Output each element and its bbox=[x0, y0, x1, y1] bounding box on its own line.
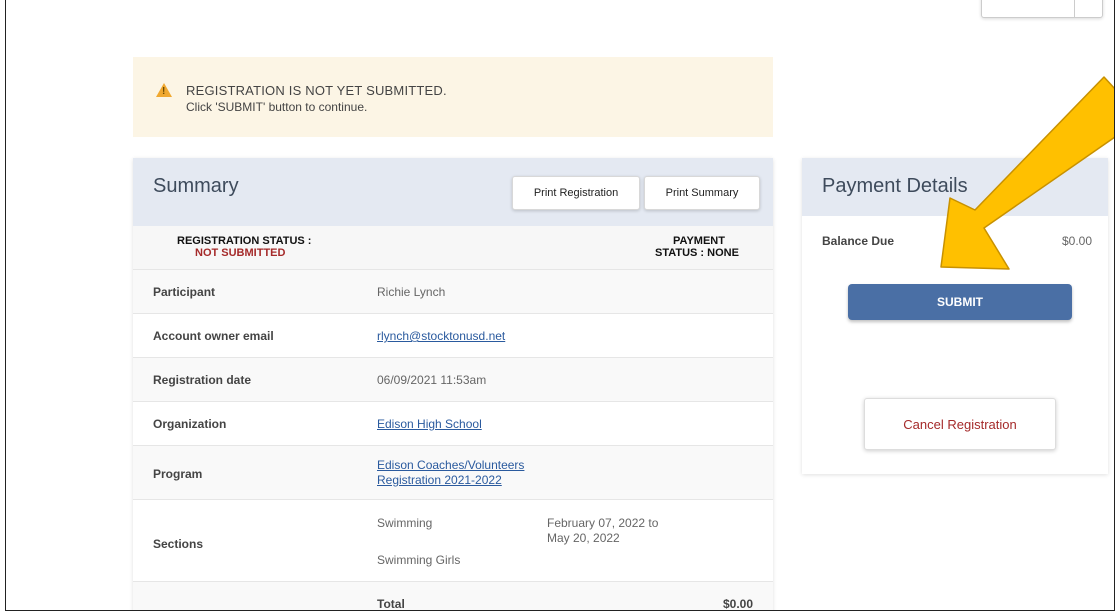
payment-title: Payment Details bbox=[822, 175, 968, 197]
total-row: Total $0.00 bbox=[133, 581, 773, 611]
alert-line-2: Click 'SUBMIT' button to continue. bbox=[186, 100, 368, 114]
organization-link[interactable]: Edison High School bbox=[377, 417, 482, 431]
registration-date-label: Registration date bbox=[153, 373, 252, 387]
summary-panel: Summary Print Registration Print Summary… bbox=[133, 158, 773, 611]
not-submitted-alert: ! REGISTRATION IS NOT YET SUBMITTED. Cli… bbox=[133, 57, 773, 137]
submit-button[interactable]: SUBMIT bbox=[848, 284, 1072, 320]
section-dates-end: May 20, 2022 bbox=[547, 531, 620, 545]
section-dates-start: February 07, 2022 to bbox=[547, 516, 659, 530]
program-label: Program bbox=[153, 467, 203, 481]
program-link-line-2[interactable]: Registration 2021-2022 bbox=[377, 473, 502, 487]
print-registration-button[interactable]: Print Registration bbox=[512, 176, 640, 210]
cancel-registration-button[interactable]: Cancel Registration bbox=[864, 398, 1056, 450]
top-toolbar-button[interactable] bbox=[981, 0, 1103, 18]
summary-title: Summary bbox=[153, 175, 239, 197]
print-summary-button[interactable]: Print Summary bbox=[644, 176, 760, 210]
warning-icon: ! bbox=[156, 83, 172, 97]
sections-label: Sections bbox=[153, 537, 204, 551]
top-button-divider bbox=[1074, 0, 1075, 17]
sections-row: Sections Swimming Swimming Girls Februar… bbox=[133, 499, 773, 582]
organization-row: Organization Edison High School bbox=[133, 401, 773, 446]
participant-label: Participant bbox=[153, 285, 216, 299]
payment-status-value: STATUS : NONE bbox=[655, 247, 739, 259]
registration-date-row: Registration date 06/09/2021 11:53am bbox=[133, 357, 773, 402]
payment-status-label: PAYMENT bbox=[673, 235, 725, 247]
screenshot-frame: ! REGISTRATION IS NOT YET SUBMITTED. Cli… bbox=[5, 0, 1115, 611]
registration-date-value: 06/09/2021 11:53am bbox=[377, 373, 487, 387]
organization-label: Organization bbox=[153, 417, 227, 431]
alert-line-1: REGISTRATION IS NOT YET SUBMITTED. bbox=[186, 83, 447, 98]
total-label: Total bbox=[377, 597, 405, 611]
program-link-line-1[interactable]: Edison Coaches/Volunteers bbox=[377, 458, 524, 472]
registration-status-label: REGISTRATION STATUS : bbox=[177, 235, 312, 247]
participant-value: Richie Lynch bbox=[377, 285, 446, 299]
section-2: Swimming Girls bbox=[377, 553, 461, 567]
section-1: Swimming bbox=[377, 516, 433, 530]
registration-status-value: NOT SUBMITTED bbox=[195, 247, 286, 259]
total-value: $0.00 bbox=[723, 597, 754, 611]
program-row: Program Edison Coaches/Volunteers Regist… bbox=[133, 445, 773, 500]
payment-details-panel: Payment Details Balance Due $0.00 SUBMIT… bbox=[802, 158, 1108, 474]
participant-row: Participant Richie Lynch bbox=[133, 269, 773, 314]
balance-due-value: $0.00 bbox=[1062, 234, 1093, 248]
balance-due-label: Balance Due bbox=[822, 234, 895, 248]
email-row: Account owner email rlynch@stocktonusd.n… bbox=[133, 313, 773, 358]
program-link[interactable]: Edison Coaches/Volunteers Registration 2… bbox=[377, 458, 524, 488]
email-label: Account owner email bbox=[153, 329, 274, 343]
email-link[interactable]: rlynch@stocktonusd.net bbox=[377, 329, 505, 343]
